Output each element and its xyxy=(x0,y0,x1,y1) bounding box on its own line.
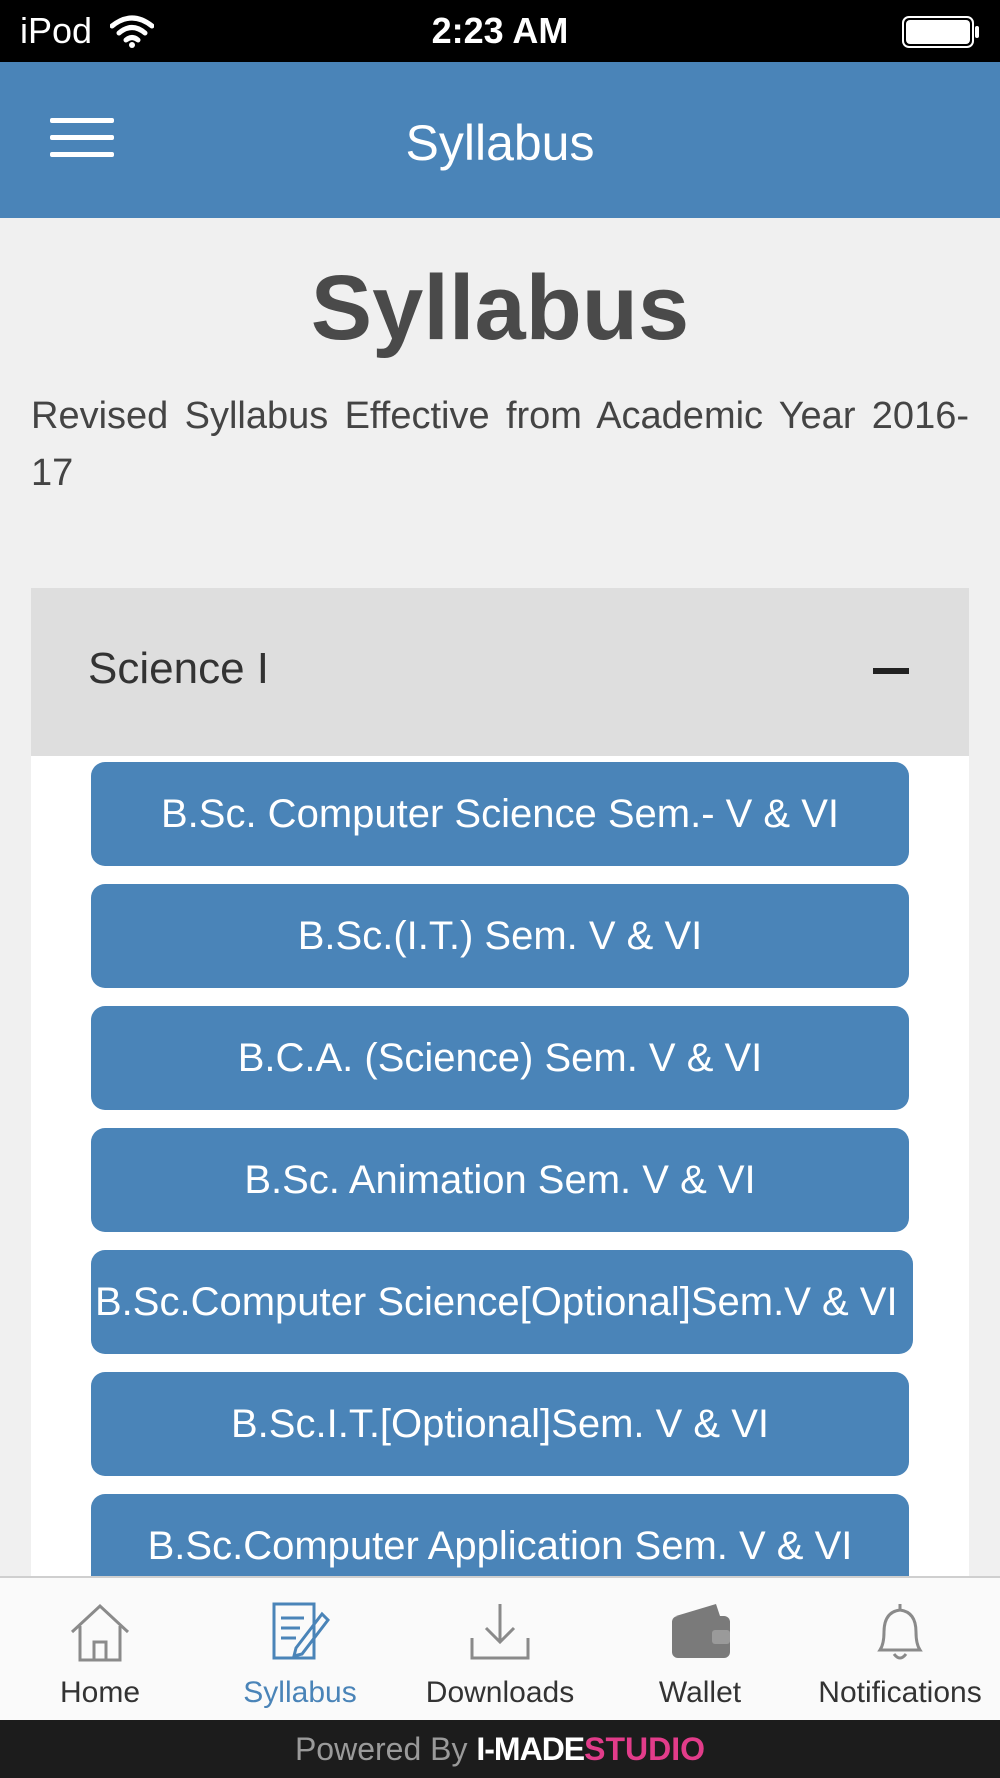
nav-bar: Syllabus xyxy=(0,62,1000,218)
intro-text: Revised Syllabus Effective from Academic… xyxy=(31,395,969,494)
download-icon xyxy=(470,1604,530,1660)
course-button-bsc-computer-application[interactable]: B.Sc.Computer Application Sem. V & VI xyxy=(91,1494,909,1576)
tab-wallet[interactable]: Wallet xyxy=(600,1578,800,1720)
tab-label: Notifications xyxy=(818,1676,982,1709)
course-button-bca-science[interactable]: B.C.A. (Science) Sem. V & VI xyxy=(91,1006,909,1110)
accordion-body: B.Sc. Computer Science Sem.- V & VI B.Sc… xyxy=(31,756,969,1576)
battery-full-icon xyxy=(902,16,979,48)
course-button-bsc-cs[interactable]: B.Sc. Computer Science Sem.- V & VI xyxy=(91,762,909,866)
tab-home[interactable]: Home xyxy=(0,1578,200,1720)
tab-label: Downloads xyxy=(425,1676,575,1709)
home-icon xyxy=(70,1603,130,1662)
document-edit-icon xyxy=(272,1602,330,1660)
tab-notifications[interactable]: Notifications xyxy=(800,1578,1000,1720)
footer-brand: I-MADE xyxy=(476,1731,585,1767)
course-button-bsc-it-optional[interactable]: B.Sc.I.T.[Optional]Sem. V & VI xyxy=(91,1372,909,1476)
nav-title: Syllabus xyxy=(405,115,595,171)
status-time: 2:23 AM xyxy=(431,10,569,51)
course-button-bsc-animation[interactable]: B.Sc. Animation Sem. V & VI xyxy=(91,1128,909,1232)
tab-label: Home xyxy=(59,1676,141,1709)
bell-icon xyxy=(877,1604,923,1660)
course-button-bsc-cs-optional[interactable]: B.Sc.Computer Science[Optional]Sem.V & V… xyxy=(91,1250,913,1354)
tab-bar: Home Syllabus Downloads Wallet Notificat… xyxy=(0,1576,1000,1720)
tab-label: Syllabus xyxy=(243,1676,357,1709)
status-bar: iPod 2:23 AM xyxy=(0,0,1000,62)
footer-powered-text: Powered By xyxy=(294,1731,468,1767)
page-title: Syllabus xyxy=(310,257,690,359)
footer-studio: STUDIO xyxy=(584,1731,706,1767)
accordion-title: Science I xyxy=(88,644,269,693)
accordion-header-science-i[interactable]: Science I xyxy=(31,588,969,756)
course-button-bsc-it[interactable]: B.Sc.(I.T.) Sem. V & VI xyxy=(91,884,909,988)
powered-by-footer: Powered By I-MADESTUDIO xyxy=(0,1720,1000,1778)
wallet-icon xyxy=(672,1604,730,1658)
collapse-minus-icon[interactable] xyxy=(873,668,909,674)
tab-label: Wallet xyxy=(658,1676,742,1709)
tab-syllabus[interactable]: Syllabus xyxy=(200,1578,400,1720)
tab-downloads[interactable]: Downloads xyxy=(400,1578,600,1720)
